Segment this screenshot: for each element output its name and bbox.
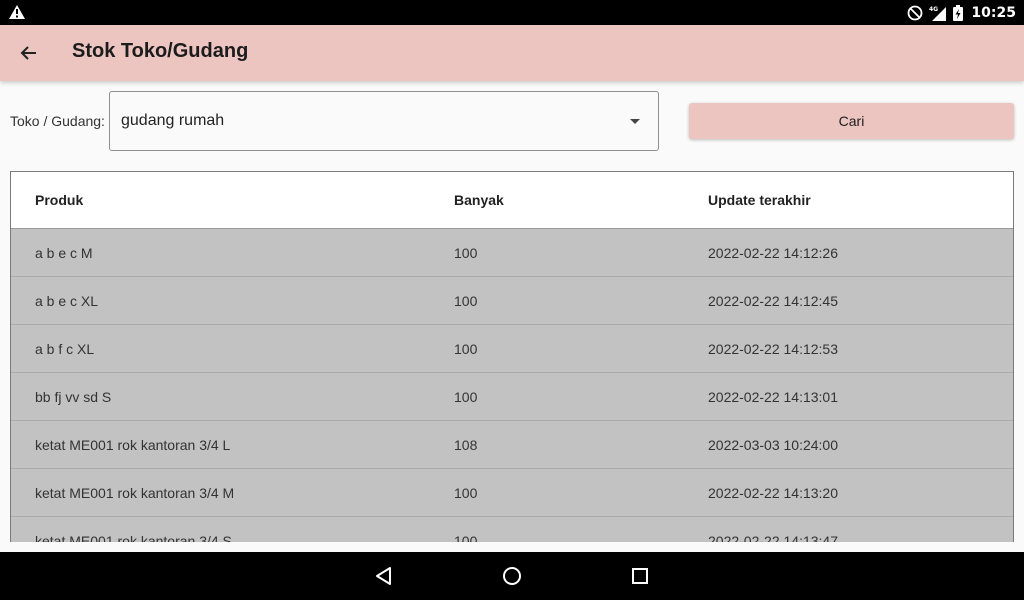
cell-product: a b e c XL (35, 293, 99, 309)
nav-recents-button[interactable] (628, 564, 652, 588)
table-row[interactable]: bb fj vv sd S 100 2022-02-22 14:13:01 (11, 373, 1013, 421)
store-dropdown[interactable]: gudang rumah (109, 91, 659, 151)
cell-quantity: 100 (454, 341, 478, 357)
svg-text:4G: 4G (929, 6, 938, 13)
recents-square-icon (632, 568, 648, 584)
arrow-back-icon (20, 46, 36, 60)
status-bar: 4G 10:25 (0, 0, 1024, 25)
home-circle-icon (503, 567, 521, 585)
cell-quantity: 100 (454, 533, 478, 542)
cell-product: ketat ME001 rok kantoran 3/4 L (35, 437, 231, 453)
search-button[interactable]: Cari (689, 103, 1014, 139)
cell-last-update: 2022-02-22 14:13:47 (708, 533, 838, 542)
table-row[interactable]: ketat ME001 rok kantoran 3/4 S 100 2022-… (11, 517, 1013, 542)
stock-table[interactable]: Produk Banyak Update terakhir a b e c M … (10, 171, 1014, 542)
table-row[interactable]: a b e c M 100 2022-02-22 14:12:26 (11, 229, 1013, 277)
cell-product: a b e c M (35, 245, 93, 261)
cell-quantity: 100 (454, 293, 478, 309)
store-filter-label: Toko / Gudang: (10, 113, 105, 129)
cell-last-update: 2022-02-22 14:12:26 (708, 245, 838, 261)
page-title: Stok Toko/Gudang (72, 40, 249, 62)
header-product: Produk (35, 192, 84, 208)
cell-product: ketat ME001 rok kantoran 3/4 M (35, 485, 235, 501)
header-last-update: Update terakhir (708, 192, 811, 208)
warning-icon (9, 5, 25, 19)
cell-last-update: 2022-02-22 14:12:53 (708, 341, 838, 357)
back-triangle-icon (376, 567, 391, 585)
cell-product: ketat ME001 rok kantoran 3/4 S (35, 533, 232, 542)
cell-quantity: 100 (454, 389, 478, 405)
dropdown-arrow-icon (630, 119, 640, 124)
store-dropdown-value: gudang rumah (121, 112, 225, 129)
cell-quantity: 108 (454, 437, 478, 453)
nav-home-button[interactable] (500, 564, 524, 588)
cell-last-update: 2022-02-22 14:13:20 (708, 485, 838, 501)
cell-product: bb fj vv sd S (35, 389, 112, 405)
system-nav-bar (0, 552, 1024, 600)
app-bar: Stok Toko/Gudang (0, 25, 1024, 81)
signal-icon: 4G (929, 6, 947, 21)
cell-last-update: 2022-03-03 10:24:00 (708, 437, 838, 453)
back-button[interactable] (14, 39, 42, 67)
nav-back-button[interactable] (372, 564, 396, 588)
do-not-disturb-icon (908, 5, 923, 20)
battery-charging-icon (953, 4, 964, 21)
clock: 10:25 (971, 4, 1016, 21)
cell-quantity: 100 (454, 485, 478, 501)
cell-quantity: 100 (454, 245, 478, 261)
table-row[interactable]: a b e c XL 100 2022-02-22 14:12:45 (11, 277, 1013, 325)
table-header: Produk Banyak Update terakhir (11, 172, 1013, 229)
cell-last-update: 2022-02-22 14:12:45 (708, 293, 838, 309)
cell-last-update: 2022-02-22 14:13:01 (708, 389, 838, 405)
cell-product: a b f c XL (35, 341, 95, 357)
table-row[interactable]: a b f c XL 100 2022-02-22 14:12:53 (11, 325, 1013, 373)
table-row[interactable]: ketat ME001 rok kantoran 3/4 M 100 2022-… (11, 469, 1013, 517)
header-quantity: Banyak (454, 192, 504, 208)
table-row[interactable]: ketat ME001 rok kantoran 3/4 L 108 2022-… (11, 421, 1013, 469)
status-icons: 4G 10:25 (907, 0, 1016, 25)
